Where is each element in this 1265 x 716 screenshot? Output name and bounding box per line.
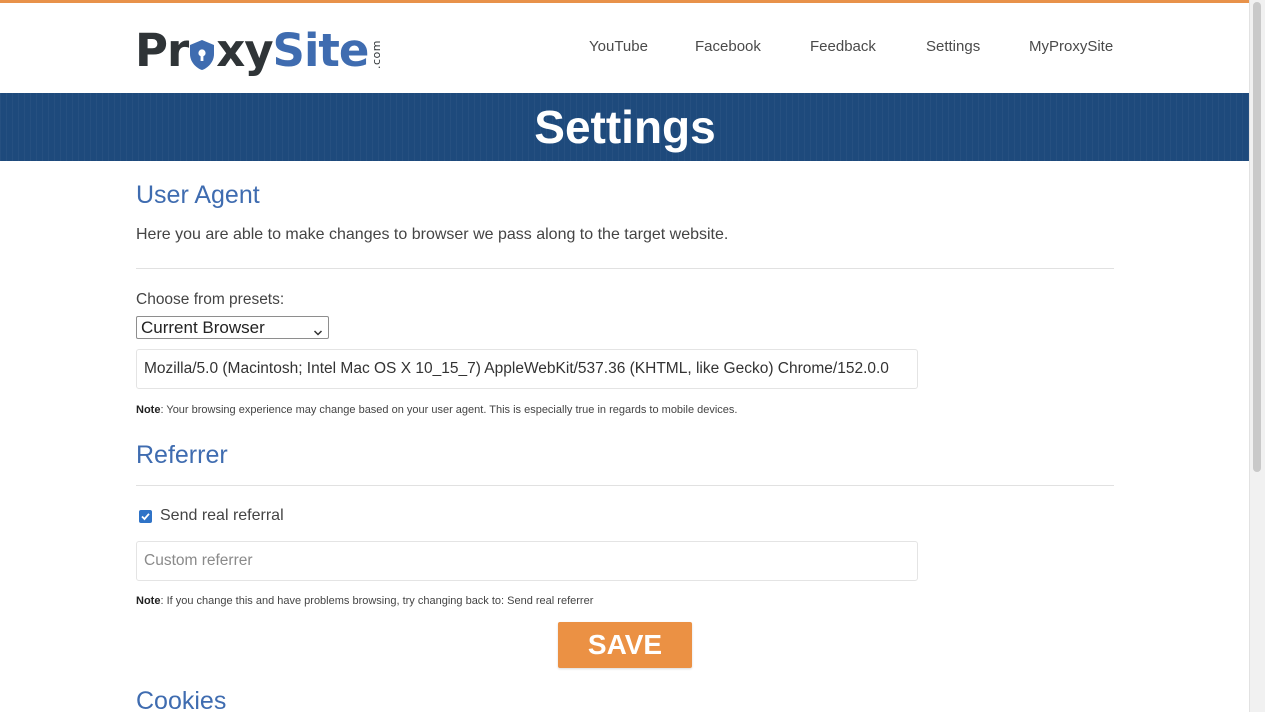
nav-link-facebook[interactable]: Facebook — [695, 38, 761, 55]
page-title: Settings — [534, 101, 716, 153]
note-text: : If you change this and have problems b… — [160, 595, 594, 607]
custom-referrer-placeholder: Custom referrer — [144, 552, 253, 569]
send-real-referral-checkbox[interactable] — [139, 510, 152, 523]
shield-lock-icon — [189, 39, 215, 71]
user-agent-description: Here you are able to make changes to bro… — [136, 226, 729, 243]
proxysite-logo[interactable]: Pr xy Site .com — [135, 19, 383, 77]
nav-link-settings[interactable]: Settings — [926, 38, 980, 55]
referrer-heading: Referrer — [136, 441, 228, 469]
send-real-referral-label[interactable]: Send real referral — [160, 507, 284, 525]
presets-label: Choose from presets: — [136, 291, 285, 308]
site-header: Pr xy Site .com YouTube Facebook Feedbac… — [0, 3, 1250, 92]
logo-text-site: Site — [272, 24, 370, 77]
user-agent-preset-select[interactable]: Current Browser — [136, 316, 329, 339]
user-agent-input[interactable]: Mozilla/5.0 (Macintosh; Intel Mac OS X 1… — [136, 349, 918, 389]
note-label: Note — [136, 404, 161, 416]
checkmark-icon — [141, 513, 150, 521]
save-button[interactable]: SAVE — [558, 622, 692, 668]
nav-link-feedback[interactable]: Feedback — [810, 38, 876, 55]
section-divider — [136, 268, 1114, 269]
logo-text-pr: Pr — [135, 24, 189, 77]
note-label: Note — [136, 595, 161, 607]
logo-text-xy: xy — [216, 24, 273, 77]
logo-suffix-com: .com — [370, 40, 384, 69]
note-text: : Your browsing experience may change ba… — [160, 404, 738, 416]
preset-selected-value: Current Browser — [141, 318, 265, 337]
custom-referrer-input[interactable]: Custom referrer — [136, 541, 918, 581]
vertical-scrollbar[interactable] — [1249, 0, 1265, 712]
nav-link-myproxysite[interactable]: MyProxySite — [1029, 38, 1113, 55]
user-agent-heading: User Agent — [136, 181, 260, 209]
page-banner: Settings — [0, 93, 1250, 161]
chevron-down-icon — [313, 322, 323, 336]
section-divider — [136, 485, 1114, 486]
referrer-note: Note: If you change this and have proble… — [136, 595, 593, 607]
nav-link-youtube[interactable]: YouTube — [589, 38, 648, 55]
user-agent-note: Note: Your browsing experience may chang… — [136, 404, 737, 416]
scrollbar-thumb[interactable] — [1253, 2, 1261, 472]
